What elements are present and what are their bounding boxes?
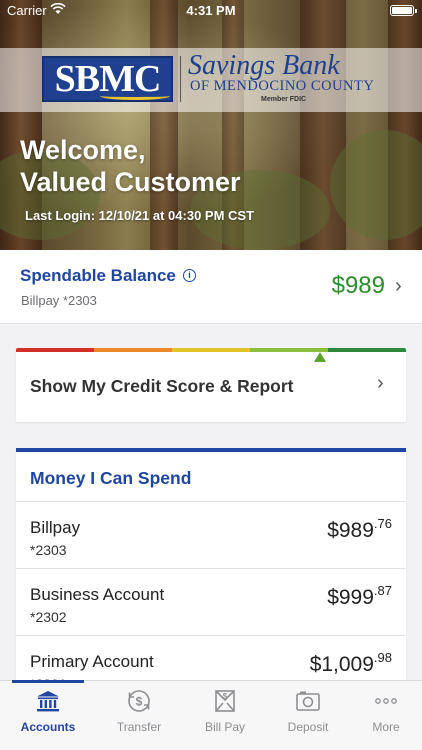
welcome-line-2: Valued Customer	[20, 167, 241, 197]
account-number: *2302	[30, 609, 67, 625]
account-row[interactable]: Business Account *2302 $999.87	[16, 568, 406, 635]
logo-divider	[180, 56, 181, 102]
account-amount: $1,009.98	[310, 650, 392, 677]
credit-score-segment	[172, 348, 250, 352]
credit-score-card[interactable]: Show My Credit Score & Report ›	[16, 348, 406, 422]
chevron-right-icon: ›	[377, 372, 384, 394]
svg-text:$: $	[136, 695, 143, 709]
tab-label: More	[372, 720, 400, 734]
account-row[interactable]: Billpay *2303 $989.76	[16, 501, 406, 568]
tab-transfer[interactable]: $ Transfer	[97, 688, 181, 734]
bank-icon	[37, 691, 59, 712]
account-amount-cents: .76	[373, 516, 392, 531]
status-bar: Carrier 4:31 PM	[0, 0, 422, 22]
welcome-heading: Welcome, Valued Customer	[20, 134, 241, 198]
more-icon	[375, 698, 397, 704]
account-number: *2303	[30, 542, 67, 558]
camera-icon	[296, 691, 320, 711]
tab-label: Deposit	[287, 720, 329, 734]
tab-label: Transfer	[116, 720, 162, 734]
chevron-right-icon: ›	[395, 275, 402, 297]
logo-county: OF MENDOCINO COUNTY	[190, 78, 375, 94]
account-name: Primary Account	[30, 652, 154, 671]
spendable-balance-title: Spendable Balance	[20, 266, 176, 285]
battery-icon	[390, 5, 417, 16]
credit-score-marker	[314, 352, 327, 362]
account-amount-cents: .98	[373, 650, 392, 665]
credit-score-label: Show My Credit Score & Report	[30, 376, 294, 396]
account-name: Billpay	[30, 518, 81, 537]
tab-label: Bill Pay	[204, 720, 245, 734]
credit-score-bar	[16, 348, 406, 352]
credit-score-segment	[94, 348, 172, 352]
spendable-amount: $989	[331, 272, 385, 299]
logo-swoosh	[100, 92, 170, 100]
logo-bank-name: Savings Bank	[188, 50, 340, 81]
svg-text:$: $	[223, 692, 228, 701]
account-amount-main: $989	[327, 519, 374, 542]
active-tab-indicator	[12, 680, 84, 683]
last-login: Last Login: 12/10/21 at 04:30 PM CST	[25, 208, 255, 223]
credit-score-segment	[328, 348, 406, 352]
logo-fdic: Member FDIC	[261, 96, 307, 103]
account-name: Business Account	[30, 585, 165, 604]
transfer-icon: $	[128, 690, 150, 712]
spendable-account: Billpay *2303	[21, 293, 97, 308]
account-amount-cents: .87	[373, 583, 392, 598]
account-amount: $989.76	[327, 516, 392, 543]
money-i-can-spend-card: Money I Can Spend Billpay *2303 $989.76 …	[16, 448, 406, 692]
account-amount: $999.87	[327, 583, 392, 610]
bill-pay-icon: $	[215, 690, 235, 712]
credit-score-segment	[16, 348, 94, 352]
account-amount-main: $1,009	[309, 653, 374, 676]
tab-accounts[interactable]: Accounts	[6, 688, 90, 734]
tab-more[interactable]: More	[344, 688, 422, 734]
account-amount-main: $999	[327, 586, 374, 609]
money-section-title: Money I Can Spend	[30, 468, 192, 488]
tab-deposit[interactable]: Deposit	[266, 688, 350, 734]
info-icon[interactable]: i	[183, 269, 196, 282]
welcome-line-1: Welcome,	[20, 135, 146, 165]
tab-bill-pay[interactable]: $ Bill Pay	[183, 688, 267, 734]
tab-label: Accounts	[20, 720, 76, 734]
clock: 4:31 PM	[186, 3, 236, 18]
